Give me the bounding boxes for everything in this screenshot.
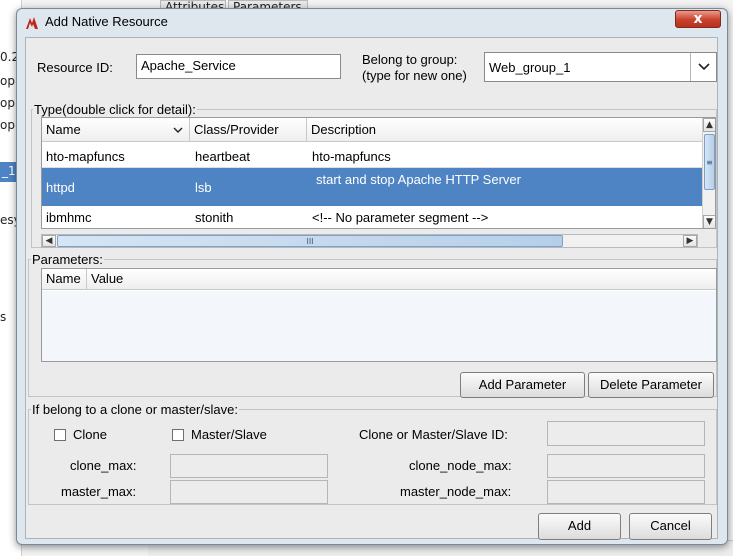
sort-chevron-icon (173, 127, 183, 133)
clone-section-title: If belong to a clone or master/slave: (31, 402, 239, 417)
row-name: hto-mapfuncs (46, 149, 125, 164)
group-dropdown-button[interactable] (690, 53, 716, 81)
row-provider: stonith (195, 210, 234, 225)
clone-checkbox[interactable] (54, 429, 66, 441)
scroll-down-arrow-icon[interactable]: ▼ (703, 215, 715, 228)
clone-id-label: Clone or Master/Slave ID: (359, 427, 508, 442)
title-bar[interactable]: Add Native Resource x (17, 9, 727, 37)
row-description: hto-mapfuncs (312, 149, 391, 164)
resource-id-label: Resource ID: (37, 60, 113, 75)
delete-parameter-button[interactable]: Delete Parameter (588, 372, 714, 398)
cancel-button[interactable]: Cancel (629, 513, 712, 540)
group-combobox[interactable]: Web_group_1 (484, 52, 717, 82)
app-logo-icon (24, 15, 40, 31)
table-row[interactable]: ibmhmc stonith <!-- No parameter segment… (42, 206, 702, 228)
chevron-down-icon (698, 63, 710, 71)
vscroll-thumb[interactable]: ≡ (704, 134, 715, 190)
table-row[interactable]: hto-mapfuncs heartbeat hto-mapfuncs (42, 142, 702, 168)
add-parameter-button[interactable]: Add Parameter (460, 372, 585, 398)
row-description: start and stop Apache HTTP Server (316, 172, 521, 187)
param-column-header-value[interactable]: Value (87, 269, 716, 290)
param-column-header-name[interactable]: Name (42, 269, 87, 290)
group-label-line2: (type for new one) (362, 68, 467, 83)
row-name: ibmhmc (46, 210, 92, 225)
resource-id-input[interactable]: Apache_Service (136, 54, 341, 79)
column-header-provider[interactable]: Class/Provider (190, 118, 307, 142)
master-node-max-label: master_node_max: (400, 484, 512, 499)
parameters-section-title: Parameters: (31, 252, 104, 267)
column-header-description[interactable]: Description (307, 118, 702, 142)
clone-max-label: clone_max: (70, 458, 137, 473)
row-description: <!-- No parameter segment --> (312, 210, 489, 225)
type-section-title: Type(double click for detail): (33, 102, 197, 117)
group-value: Web_group_1 (489, 60, 571, 75)
close-button[interactable]: x (675, 10, 721, 28)
master-slave-checkbox[interactable] (172, 429, 184, 441)
clone-node-max-label: clone_node_max: (409, 458, 512, 473)
clone-node-max-input[interactable] (547, 454, 705, 478)
clone-checkbox-label[interactable]: Clone (73, 427, 107, 442)
scroll-left-arrow-icon[interactable]: ◀ (42, 235, 56, 247)
master-max-label: master_max: (61, 484, 137, 499)
add-button[interactable]: Add (538, 513, 621, 540)
dialog-title: Add Native Resource (45, 14, 168, 29)
clone-id-input[interactable] (547, 421, 705, 446)
master-slave-checkbox-label[interactable]: Master/Slave (191, 427, 267, 442)
type-table-hscrollbar[interactable]: ◀ III ▶ (41, 234, 698, 248)
row-provider: lsb (195, 180, 212, 195)
group-label-line1: Belong to group: (362, 52, 458, 67)
parameters-table[interactable]: Name Value (41, 268, 717, 362)
row-provider: heartbeat (195, 149, 250, 164)
column-header-name[interactable]: Name (42, 118, 190, 142)
hscroll-thumb[interactable]: III (57, 235, 563, 247)
scroll-up-arrow-icon[interactable]: ▲ (703, 118, 715, 132)
clone-max-input[interactable] (170, 454, 328, 478)
scroll-right-arrow-icon[interactable]: ▶ (683, 235, 697, 247)
master-node-max-input[interactable] (547, 480, 705, 504)
parameters-list-area[interactable] (42, 291, 716, 361)
master-max-input[interactable] (170, 480, 328, 504)
table-row-selected[interactable]: httpd lsb start and stop Apache HTTP Ser… (42, 168, 702, 206)
type-table-vscrollbar[interactable]: ▲ ≡ ▼ (702, 118, 715, 228)
row-name: httpd (46, 180, 75, 195)
dialog-body: Resource ID: Apache_Service Belong to gr… (25, 37, 718, 540)
type-table: Name Class/Provider Description hto-mapf… (41, 117, 716, 229)
add-native-resource-dialog: Add Native Resource x Resource ID: Apach… (16, 8, 728, 545)
